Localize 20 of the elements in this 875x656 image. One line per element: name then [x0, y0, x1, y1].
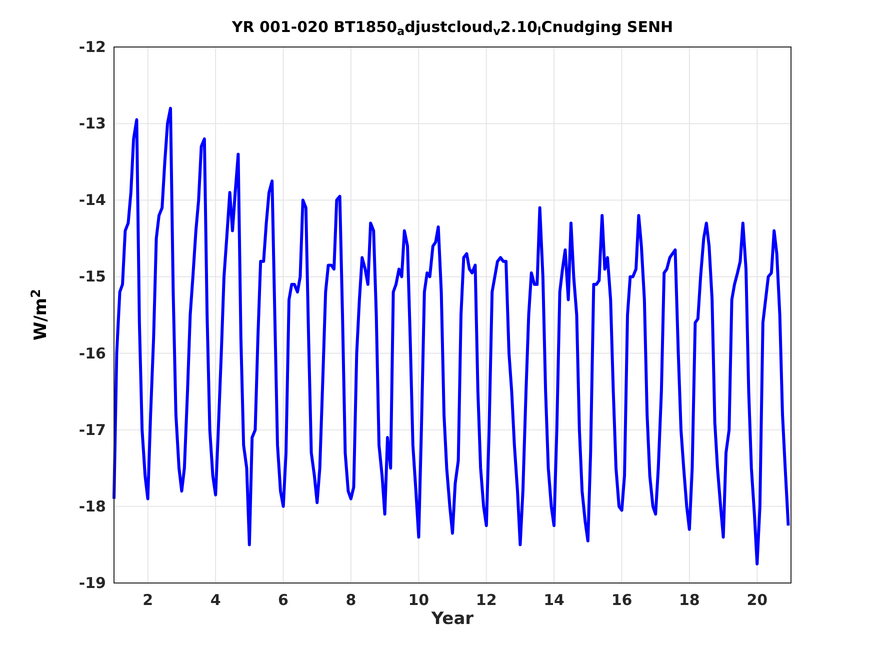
y-tick-label: -17 [78, 420, 106, 439]
chart-title: YR 001-020 BT1850$_{a}$djustcloud$_{v}$2.10$_{l}$Cnudging SENH [230, 17, 674, 38]
x-tick-label: 18 [679, 591, 700, 609]
x-tick-label: 12 [476, 591, 497, 609]
y-tick-label: -19 [78, 574, 106, 592]
y-tick-label: -15 [78, 268, 106, 286]
y-tick-label: -13 [78, 114, 106, 133]
x-tick-label: 14 [544, 591, 564, 609]
x-tick-label: 2 [142, 591, 154, 609]
x-axis-label: Year [431, 609, 474, 629]
y-tick-label: -12 [78, 38, 106, 56]
x-tick-label: 10 [408, 591, 430, 609]
x-tick-label: 6 [278, 591, 288, 609]
x-tick-label: 8 [346, 591, 356, 609]
x-tick-label: 20 [746, 591, 768, 609]
x-tick-label: 16 [611, 591, 632, 609]
x-tick-label: 4 [210, 591, 221, 609]
y-tick-label: -14 [78, 191, 106, 210]
y-tick-label: -16 [78, 344, 106, 362]
y-tick-label: -18 [78, 497, 106, 516]
